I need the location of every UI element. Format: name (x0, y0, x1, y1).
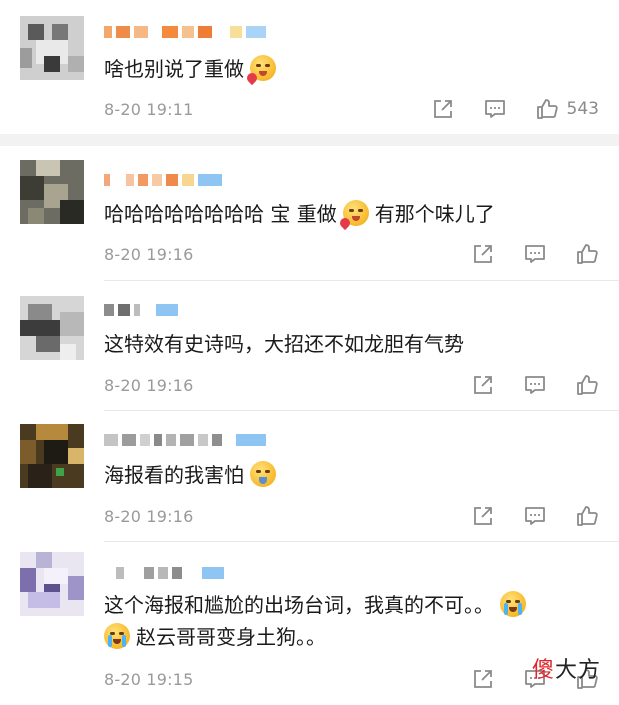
comment-meta: 8-20 19:16 (104, 373, 599, 397)
like-button[interactable] (575, 242, 599, 266)
username-blurred[interactable] (104, 170, 222, 190)
avatar[interactable] (20, 296, 84, 360)
avatar[interactable] (20, 16, 84, 80)
share-icon (474, 376, 492, 394)
crying-emoji (500, 591, 526, 617)
reply-button[interactable] (523, 373, 547, 397)
share-button[interactable] (471, 242, 495, 266)
watermark-part-2: 大方 (554, 658, 601, 683)
timestamp: 8-20 19:11 (104, 99, 194, 119)
share-button[interactable] (431, 97, 455, 121)
username-blurred[interactable] (104, 300, 178, 320)
comment-text-main: 海报看的我害怕 (104, 463, 244, 487)
username-blurred[interactable] (104, 22, 266, 42)
timestamp: 8-20 19:15 (104, 669, 194, 689)
like-button[interactable] (575, 504, 599, 528)
reply-button[interactable] (483, 97, 507, 121)
timestamp: 8-20 19:16 (104, 244, 194, 264)
like-button[interactable] (575, 373, 599, 397)
comment-icon (525, 376, 545, 394)
comment-divider (104, 541, 619, 542)
avatar[interactable] (20, 160, 84, 224)
like-count: 543 (566, 99, 599, 119)
watermark-part-1: 傻 (531, 658, 555, 683)
reply-button[interactable] (523, 242, 547, 266)
thumbs-up-icon (577, 375, 598, 395)
watermark: 傻大方 (532, 652, 601, 684)
comment-text-line-2: 赵云哥哥变身土狗。。 (136, 625, 326, 649)
comment-icon (525, 507, 545, 525)
share-icon (474, 507, 492, 525)
comment-meta: 8-20 19:16 (104, 242, 599, 266)
comment-icon (484, 100, 505, 118)
comment-text: 啥也别说了重做 (104, 52, 599, 86)
comment-text-main: 啥也别说了重做 (104, 57, 244, 81)
blush-heart-emoji (337, 200, 369, 231)
comment-text-part-2: 有那个味儿了 (374, 202, 495, 226)
share-icon (433, 100, 452, 118)
comment-text: 海报看的我害怕 (104, 458, 599, 492)
comment-line-1: 这个海报和尴尬的出场台词，我真的不可。。 (104, 589, 599, 621)
comment-icon (525, 245, 545, 263)
thumbs-up-icon (577, 506, 598, 526)
timestamp: 8-20 19:16 (104, 375, 194, 395)
comment-text-main: 这特效有史诗吗，大招还不如龙胆有气势 (104, 332, 464, 356)
share-icon (474, 245, 492, 263)
thumbs-up-icon (577, 244, 598, 264)
comment-text: 哈哈哈哈哈哈哈哈 宝 重做 有那个味儿了 (104, 197, 599, 231)
scared-emoji (250, 461, 276, 487)
avatar[interactable] (20, 552, 84, 616)
comment-meta: 8-20 19:11 543 (104, 97, 599, 121)
comment-divider (104, 280, 619, 281)
blush-heart-emoji (244, 55, 276, 86)
comment-divider (104, 410, 619, 411)
timestamp: 8-20 19:16 (104, 506, 194, 526)
username-blurred[interactable] (104, 563, 224, 583)
comment-text: 这特效有史诗吗，大招还不如龙胆有气势 (104, 327, 599, 361)
comment-meta: 8-20 19:15 (104, 667, 599, 691)
reply-button[interactable] (523, 504, 547, 528)
avatar[interactable] (20, 424, 84, 488)
section-divider (0, 134, 619, 146)
crying-emoji (104, 623, 130, 649)
thumbs-up-icon (536, 99, 558, 119)
comment-text: 这个海报和尴尬的出场台词，我真的不可。。 赵云哥哥变身土狗。。 (104, 589, 599, 653)
share-button[interactable] (471, 373, 495, 397)
comment-text-line-1: 这个海报和尴尬的出场台词，我真的不可。。 (104, 593, 494, 617)
username-blurred[interactable] (104, 430, 266, 450)
like-button[interactable]: 543 (535, 97, 599, 121)
share-button[interactable] (471, 504, 495, 528)
comment-line-2: 赵云哥哥变身土狗。。 (104, 621, 599, 653)
share-button[interactable] (471, 667, 495, 691)
share-icon (474, 670, 492, 688)
comment-text-part-1: 哈哈哈哈哈哈哈哈 宝 重做 (104, 202, 337, 226)
comment-meta: 8-20 19:16 (104, 504, 599, 528)
